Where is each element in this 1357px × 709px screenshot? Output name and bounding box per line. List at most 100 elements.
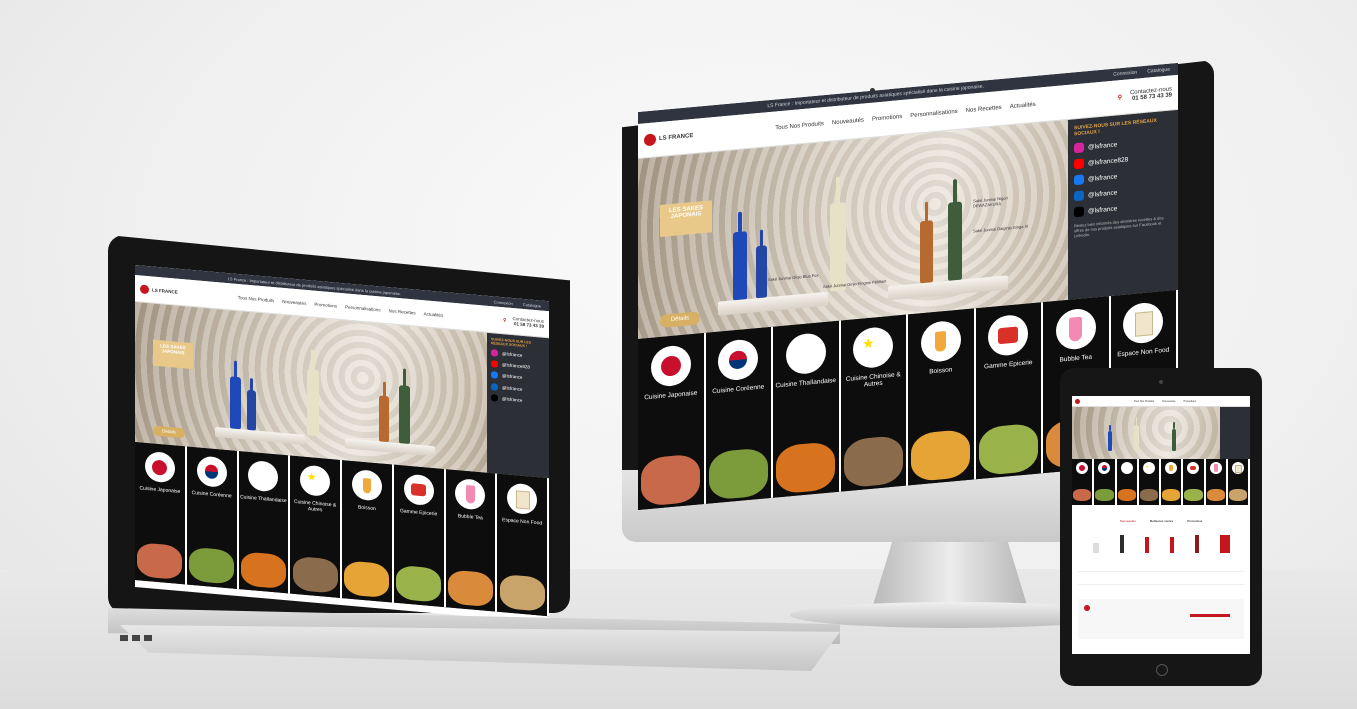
nav-item-personalization[interactable]: Personnalisations [345,304,381,312]
newsletter-input[interactable] [1190,614,1231,617]
social-link[interactable]: @lsfrance [491,371,545,384]
social-link[interactable]: @lsfrance828 [1074,150,1172,170]
social-link[interactable]: @lsfrance [1074,166,1172,186]
category-tile[interactable] [1227,459,1250,505]
food-photo [1162,489,1181,501]
food-photo [1139,489,1158,501]
thailand-flag-icon [1120,462,1133,474]
nav-item-new[interactable]: Nouveautés [1162,400,1175,403]
tab-new[interactable]: Nouveautés [1120,519,1136,523]
sake-bottle [830,202,846,292]
nav-item-news[interactable]: Actualités [424,311,444,318]
tab-best-sellers[interactable]: Meilleures ventes [1150,519,1173,523]
category-tile[interactable]: Boisson [342,460,394,603]
product-thumb[interactable] [1194,535,1199,553]
sake-bottle [1108,425,1112,451]
category-tile[interactable] [1183,459,1206,505]
login-link[interactable]: Connexion [1113,70,1137,78]
logo[interactable]: LS FRANCE [140,283,178,296]
category-label: Cuisine Japonaise [644,389,698,402]
nav-item-recipes[interactable]: Nos Recettes [966,105,1002,114]
takeaway-box-icon [507,482,538,516]
nav-item-recipes[interactable]: Nos Recettes [389,308,416,315]
category-tile[interactable]: Cuisine Thaïlandaise [773,320,841,499]
category-tile[interactable] [1116,459,1139,505]
laptop-screen: LS France : Importateur et distributeur … [135,265,549,624]
category-tile[interactable]: Gamme Epicerie [393,464,446,608]
product-thumb[interactable] [1219,535,1230,553]
food-photo [137,542,183,581]
korea-flag-icon [1098,462,1111,474]
category-tile[interactable] [1161,459,1184,505]
category-tile[interactable]: Cuisine Japonaise [638,332,706,511]
tablet-home-button[interactable] [1156,664,1168,676]
food-photo [1095,489,1114,501]
category-tile[interactable]: Boisson [908,308,976,487]
social-handle: @lsfrance [1088,172,1118,183]
nav-item-products[interactable]: Tous Nos Produits [775,121,824,131]
drink-icon [351,468,382,502]
catalogue-link[interactable]: Catalogue [1147,67,1170,75]
category-tile[interactable] [1072,459,1095,505]
product-thumb[interactable] [1092,543,1099,553]
category-tile[interactable]: Cuisine Chinoise & Autres [290,455,342,599]
category-tile[interactable]: Bubble Tea [445,469,498,612]
category-label: Cuisine Chinoise & Autres [845,371,901,389]
category-tile[interactable]: Espace Non Food [497,473,549,617]
product-thumb[interactable] [1144,537,1149,553]
logo-text: LS FRANCE [152,286,178,295]
sake-bottle [307,369,319,437]
nav-item-new[interactable]: Nouveautés [832,117,864,126]
social-link[interactable]: @lsfrance [1074,182,1172,202]
category-tile[interactable]: Cuisine Thaïlandaise [238,451,291,594]
sake-bottle [948,201,962,281]
social-handle: @lsfrance828 [502,362,530,370]
category-tile[interactable] [1094,459,1117,505]
sake-bottle [399,385,410,445]
category-tile[interactable]: Cuisine Coréenne [186,446,239,590]
category-tile[interactable] [1205,459,1228,505]
logo[interactable]: LS FRANCE [644,130,693,147]
social-link[interactable]: @lsfrance [491,382,545,395]
logo[interactable] [1075,398,1080,404]
china-flag-icon [300,464,331,498]
product-thumb[interactable] [1169,537,1174,553]
category-tile[interactable]: Cuisine Coréenne [705,326,773,505]
instagram-icon [491,349,498,357]
nav-item-personalization[interactable]: Personnalisations [910,109,957,119]
social-link[interactable]: @lsfrance [1074,198,1172,218]
contact-block: Contactez-nous 01 58 73 43 39 [1130,86,1172,102]
category-tile[interactable] [1138,459,1161,505]
category-tile[interactable]: Cuisine Chinoise & Autres [840,314,908,493]
nav-item-products[interactable]: Tous Nos Produits [1134,400,1154,403]
social-handle: @lsfrance [1088,140,1118,151]
social-link[interactable]: @lsfrance [491,349,545,361]
grocery-icon [988,313,1029,358]
nav-item-promotions[interactable]: Promotions [1183,400,1196,403]
drink-icon [920,319,961,364]
japan-flag-icon [1076,462,1089,474]
nav-item-new[interactable]: Nouveautés [282,298,306,305]
login-link[interactable]: Connexion [494,299,513,306]
search-icon[interactable]: ⚲ [503,317,506,323]
category-label: Espace Non Food [1117,346,1170,359]
nav-item-promotions[interactable]: Promotions [314,301,337,308]
nav-item-promotions[interactable]: Promotions [872,114,902,123]
nav-item-products[interactable]: Tous Nos Produits [238,294,275,302]
category-label: Boisson [357,504,376,513]
tab-promotions[interactable]: Promotions [1187,519,1202,523]
sake-bottle [1134,417,1139,451]
grocery-icon [1187,462,1200,474]
tablet-screen: Tous Nos Produits Nouveautés Promotions … [1072,396,1250,654]
social-link[interactable]: @lsfrance828 [491,360,545,372]
bubble-tea-icon [455,478,486,511]
social-link[interactable]: @lsfrance [491,393,545,406]
category-tile[interactable]: Gamme Epicerie [975,302,1043,481]
category-label: Cuisine Coréenne [191,489,232,500]
category-tile[interactable]: Cuisine Japonaise [135,442,187,585]
search-icon[interactable]: ⚲ [1118,93,1122,100]
nav-item-news[interactable]: Actualités [1010,102,1036,110]
social-link[interactable]: @lsfrance [1074,134,1172,154]
product-thumb[interactable] [1119,535,1124,553]
catalogue-link[interactable]: Catalogue [523,301,541,308]
